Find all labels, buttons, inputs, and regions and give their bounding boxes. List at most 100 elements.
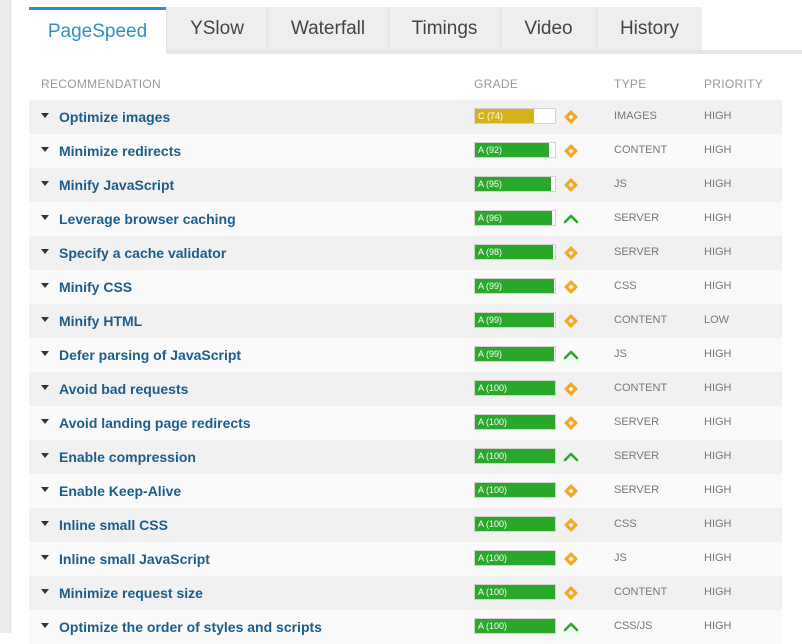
expand-caret-icon[interactable] xyxy=(41,385,49,390)
diamond-icon xyxy=(563,381,579,397)
table-row[interactable]: Inline small CSS A (100) CSS HIGH xyxy=(29,508,782,542)
type-label: JS xyxy=(614,178,627,190)
recommendation-link[interactable]: Minimize request size xyxy=(59,585,203,601)
recommendation-link[interactable]: Avoid landing page redirects xyxy=(59,415,251,431)
diamond-icon xyxy=(563,143,579,159)
diamond-icon xyxy=(563,551,579,567)
expand-caret-icon[interactable] xyxy=(41,215,49,220)
tab-pagespeed[interactable]: PageSpeed xyxy=(29,7,166,54)
recommendations-table: RECOMMENDATION GRADE TYPE PRIORITY Optim… xyxy=(29,66,782,644)
table-row[interactable]: Minimize redirects A (92) CONTENT HIGH xyxy=(29,134,782,168)
recommendation-link[interactable]: Minify JavaScript xyxy=(59,177,174,193)
grade-bar: A (100) xyxy=(474,482,556,498)
grade-bar: A (100) xyxy=(474,380,556,396)
header-type[interactable]: TYPE xyxy=(614,77,647,91)
header-priority[interactable]: PRIORITY xyxy=(704,77,763,91)
expand-caret-icon[interactable] xyxy=(41,181,49,186)
type-label: CSS xyxy=(614,280,637,292)
table-row[interactable]: Minify JavaScript A (95) JS HIGH xyxy=(29,168,782,202)
recommendation-link[interactable]: Leverage browser caching xyxy=(59,211,236,227)
priority-label: HIGH xyxy=(704,178,732,190)
expand-caret-icon[interactable] xyxy=(41,453,49,458)
header-recommendation[interactable]: RECOMMENDATION xyxy=(41,77,161,91)
report-tabs: PageSpeed YSlow Waterfall Timings Video … xyxy=(29,7,802,54)
recommendation-link[interactable]: Avoid bad requests xyxy=(59,381,188,397)
table-row[interactable]: Minify CSS A (99) CSS HIGH xyxy=(29,270,782,304)
recommendation-link[interactable]: Minimize redirects xyxy=(59,143,181,159)
grade-fill: A (100) xyxy=(475,415,555,429)
recommendation-link[interactable]: Inline small CSS xyxy=(59,517,168,533)
type-label: JS xyxy=(614,552,627,564)
grade-bar: A (92) xyxy=(474,142,556,158)
grade-bar: A (99) xyxy=(474,346,556,362)
grade-bar: A (100) xyxy=(474,448,556,464)
left-edge-strip xyxy=(0,0,11,633)
grade-fill: C (74) xyxy=(475,109,535,123)
type-label: SERVER xyxy=(614,416,660,428)
expand-caret-icon[interactable] xyxy=(41,147,49,152)
type-label: JS xyxy=(614,348,627,360)
recommendation-link[interactable]: Optimize images xyxy=(59,109,170,125)
table-row[interactable]: Specify a cache validator A (98) SERVER HIG… xyxy=(29,236,782,270)
grade-fill: A (98) xyxy=(475,245,554,259)
type-label: SERVER xyxy=(614,484,660,496)
table-row[interactable]: Avoid bad requests A (100) CONTENT HIGH xyxy=(29,372,782,406)
table-row[interactable]: Minify HTML A (99) CONTENT LOW xyxy=(29,304,782,338)
table-row[interactable]: Leverage browser caching A (96) SERVER HIGH xyxy=(29,202,782,236)
expand-caret-icon[interactable] xyxy=(41,623,49,628)
grade-fill: A (92) xyxy=(475,143,549,157)
tab-yslow[interactable]: YSlow xyxy=(166,7,267,50)
recommendation-link[interactable]: Enable compression xyxy=(59,449,196,465)
recommendation-link[interactable]: Specify a cache validator xyxy=(59,245,226,261)
table-row[interactable]: Defer parsing of JavaScript A (99) JS HIGH xyxy=(29,338,782,372)
table-row[interactable]: Inline small JavaScript A (100) JS HIGH xyxy=(29,542,782,576)
recommendation-link[interactable]: Defer parsing of JavaScript xyxy=(59,347,241,363)
expand-caret-icon[interactable] xyxy=(41,283,49,288)
recommendation-link[interactable]: Enable Keep-Alive xyxy=(59,483,181,499)
tab-video[interactable]: Video xyxy=(500,7,596,50)
expand-caret-icon[interactable] xyxy=(41,521,49,526)
grade-bar: A (100) xyxy=(474,414,556,430)
grade-fill: A (100) xyxy=(475,619,555,633)
grade-fill: A (99) xyxy=(475,347,555,361)
table-row[interactable]: Optimize images C (74) IMAGES HIGH xyxy=(29,100,782,134)
priority-label: HIGH xyxy=(704,484,732,496)
tab-history[interactable]: History xyxy=(596,7,702,50)
table-row[interactable]: Minimize request size A (100) CONTENT HIGH xyxy=(29,576,782,610)
table-row[interactable]: Enable Keep-Alive A (100) SERVER HIGH xyxy=(29,474,782,508)
table-row[interactable]: Avoid landing page redirects A (100) SERVE… xyxy=(29,406,782,440)
expand-caret-icon[interactable] xyxy=(41,249,49,254)
grade-bar: A (99) xyxy=(474,278,556,294)
expand-caret-icon[interactable] xyxy=(41,419,49,424)
type-label: SERVER xyxy=(614,246,660,258)
grade-fill: A (100) xyxy=(475,517,555,531)
priority-label: HIGH xyxy=(704,212,732,224)
recommendation-link[interactable]: Minify CSS xyxy=(59,279,132,295)
grade-bar: A (96) xyxy=(474,210,556,226)
grade-fill: A (99) xyxy=(475,279,555,293)
recommendation-link[interactable]: Inline small JavaScript xyxy=(59,551,210,567)
tab-timings[interactable]: Timings xyxy=(388,7,500,50)
table-row[interactable]: Optimize the order of styles and scripts… xyxy=(29,610,782,644)
grade-bar: A (100) xyxy=(474,618,556,634)
header-grade[interactable]: GRADE xyxy=(474,77,518,91)
diamond-icon xyxy=(563,109,579,125)
expand-caret-icon[interactable] xyxy=(41,589,49,594)
priority-label: HIGH xyxy=(704,144,732,156)
table-header: RECOMMENDATION GRADE TYPE PRIORITY xyxy=(29,66,782,100)
grade-fill: A (100) xyxy=(475,551,555,565)
expand-caret-icon[interactable] xyxy=(41,317,49,322)
grade-fill: A (100) xyxy=(475,449,555,463)
diamond-icon xyxy=(563,415,579,431)
expand-caret-icon[interactable] xyxy=(41,113,49,118)
expand-caret-icon[interactable] xyxy=(41,487,49,492)
type-label: SERVER xyxy=(614,450,660,462)
priority-label: HIGH xyxy=(704,620,732,632)
tab-waterfall[interactable]: Waterfall xyxy=(267,7,388,50)
grade-fill: A (99) xyxy=(475,313,555,327)
expand-caret-icon[interactable] xyxy=(41,351,49,356)
type-label: CONTENT xyxy=(614,382,668,394)
table-row[interactable]: Enable compression A (100) SERVER HIGH xyxy=(29,440,782,474)
recommendation-link[interactable]: Minify HTML xyxy=(59,313,142,329)
expand-caret-icon[interactable] xyxy=(41,555,49,560)
